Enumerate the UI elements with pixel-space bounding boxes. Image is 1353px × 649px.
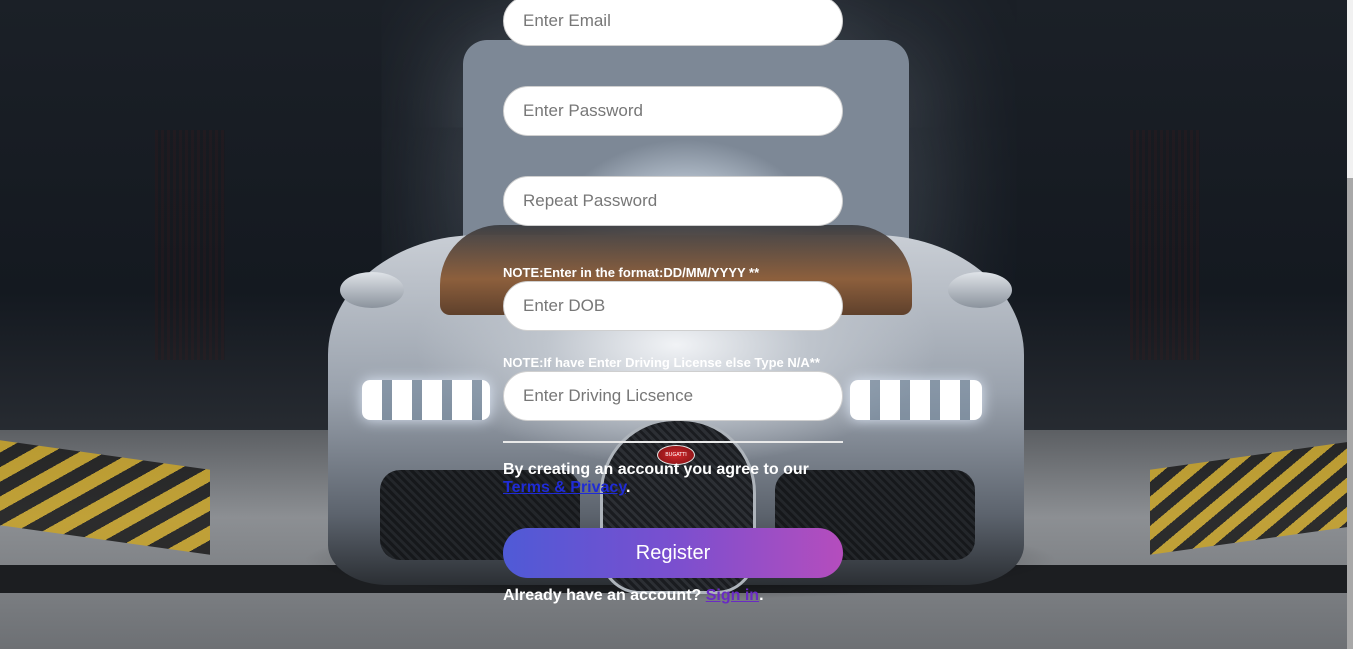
terms-text: By creating an account you agree to our — [503, 461, 809, 478]
signin-link[interactable]: Sign in — [706, 587, 759, 604]
scrollbar-thumb[interactable] — [1347, 178, 1353, 649]
headlight-right — [850, 380, 982, 420]
page: BUGATTI NOTE:Enter in the format:DD/MM/Y… — [0, 0, 1353, 649]
terms-notice: By creating an account you agree to our … — [503, 461, 843, 497]
vertical-scrollbar[interactable] — [1347, 0, 1353, 649]
form-divider — [503, 441, 843, 443]
password-field[interactable] — [503, 86, 843, 136]
signin-prompt: Already have an account? Sign in. — [503, 587, 764, 605]
left-wall-panel — [155, 130, 225, 360]
email-field[interactable] — [503, 0, 843, 46]
dob-field[interactable] — [503, 281, 843, 331]
car-mirror-right — [948, 272, 1012, 308]
car-mirror-left — [340, 272, 404, 308]
terms-period: . — [626, 479, 631, 496]
license-note: NOTE:If have Enter Driving License else … — [503, 355, 820, 370]
register-button[interactable]: Register — [503, 528, 843, 578]
right-wall-panel — [1130, 130, 1200, 360]
terms-privacy-link[interactable]: Terms & Privacy — [503, 479, 626, 496]
dob-format-note: NOTE:Enter in the format:DD/MM/YYYY ** — [503, 265, 760, 280]
signin-text: Already have an account? — [503, 587, 706, 604]
signin-period: . — [759, 587, 764, 604]
driving-license-field[interactable] — [503, 371, 843, 421]
headlight-left — [362, 380, 490, 420]
repeat-password-field[interactable] — [503, 176, 843, 226]
